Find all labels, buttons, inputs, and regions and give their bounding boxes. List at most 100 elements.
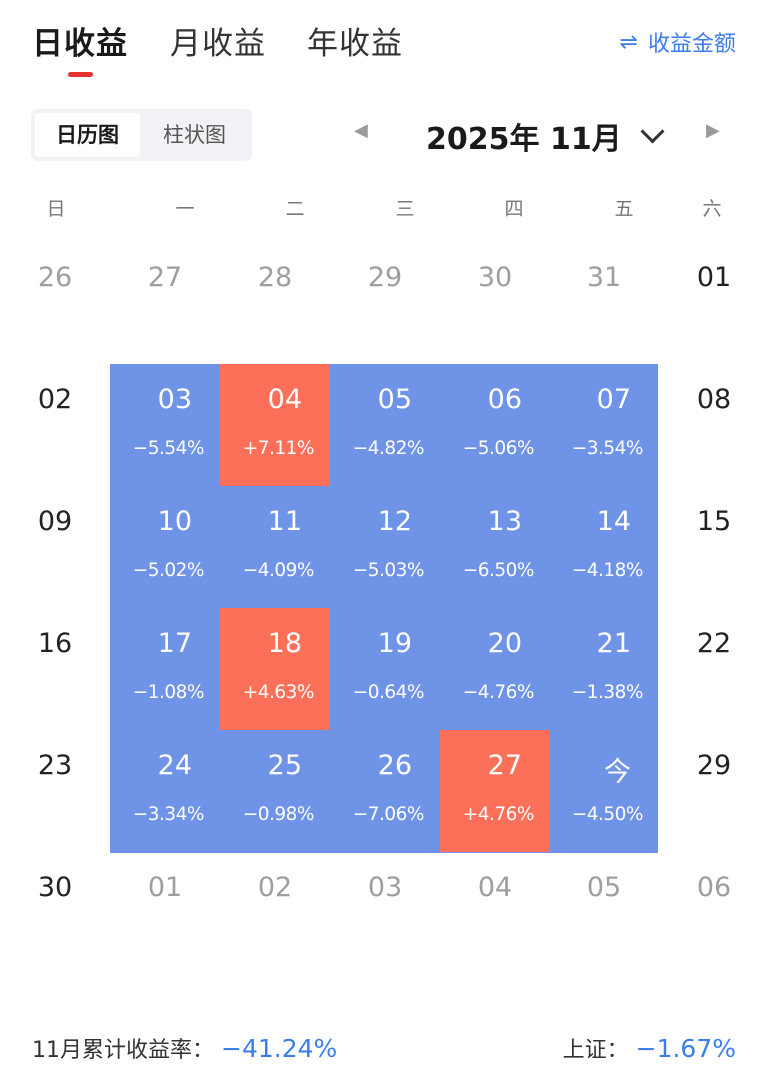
calendar-day: 28 <box>220 242 330 364</box>
day-return-percent: −1.08% <box>132 682 205 703</box>
calendar-day[interactable]: 14 −4.18% <box>549 486 659 608</box>
calendar-day: 03 <box>330 852 440 974</box>
day-number: 05 <box>377 384 412 415</box>
calendar-day: 31 <box>549 242 659 364</box>
day-number: 07 <box>596 384 631 415</box>
calendar-day[interactable]: 07 −3.54% <box>549 364 659 486</box>
prev-month-icon[interactable]: ◀ <box>354 120 368 141</box>
calendar-day[interactable]: 19 −0.64% <box>330 608 440 730</box>
day-return-percent: −4.82% <box>352 438 425 459</box>
day-number: 13 <box>487 506 522 537</box>
calendar-day[interactable]: 12 −5.03% <box>330 486 440 608</box>
day-return-percent: −5.03% <box>352 560 425 581</box>
day-number: 16 <box>37 628 73 659</box>
day-return-percent: −4.18% <box>571 560 644 581</box>
calendar-day: 29 <box>659 730 768 852</box>
day-number: 18 <box>267 628 302 659</box>
day-number: 11 <box>267 506 302 537</box>
calendar-day[interactable]: 11 −4.09% <box>220 486 330 608</box>
weekday-label: 六 <box>702 198 722 220</box>
weekday-label: 五 <box>614 198 634 220</box>
calendar-day[interactable]: 13 −6.50% <box>440 486 550 608</box>
day-number: 21 <box>596 628 631 659</box>
calendar-day: 01 <box>659 242 768 364</box>
day-return-percent: +7.11% <box>242 438 315 459</box>
active-tab-indicator <box>68 72 93 77</box>
day-number: 03 <box>157 384 192 415</box>
day-return-percent: −5.02% <box>132 560 205 581</box>
day-number: 22 <box>696 628 732 659</box>
calendar-day: 30 <box>0 852 110 974</box>
day-return-percent: −3.34% <box>132 804 205 825</box>
day-number: 04 <box>267 384 302 415</box>
calendar-day: 04 <box>440 852 550 974</box>
day-return-percent: −5.54% <box>132 438 205 459</box>
day-number: 10 <box>157 506 192 537</box>
day-number: 27 <box>147 262 183 293</box>
calendar-day: 01 <box>110 852 220 974</box>
toggle-amount-button[interactable]: ⇌ 收益金额 <box>620 26 736 58</box>
day-return-percent: −4.09% <box>242 560 315 581</box>
day-return-percent: −3.54% <box>571 438 644 459</box>
calendar-view-button[interactable]: 日历图 <box>35 113 140 157</box>
calendar-day: 06 <box>659 852 768 974</box>
next-month-icon[interactable]: ▶ <box>706 120 720 141</box>
calendar-day[interactable]: 27 +4.76% <box>440 730 550 852</box>
day-return-percent: +4.76% <box>462 804 535 825</box>
calendar-day: 15 <box>659 486 768 608</box>
calendar-day: 29 <box>330 242 440 364</box>
calendar-day[interactable]: 25 −0.98% <box>220 730 330 852</box>
day-number: 24 <box>157 750 192 781</box>
calendar-day[interactable]: 10 −5.02% <box>110 486 220 608</box>
day-number: 19 <box>377 628 412 659</box>
calendar-day[interactable]: 21 −1.38% <box>549 608 659 730</box>
calendar-day: 30 <box>440 242 550 364</box>
bar-chart-view-button[interactable]: 柱状图 <box>141 113 248 157</box>
day-return-percent: −7.06% <box>352 804 425 825</box>
calendar-day: 26 <box>0 242 110 364</box>
weekday-label: 四 <box>504 198 524 220</box>
calendar-day[interactable]: 26 −7.06% <box>330 730 440 852</box>
month-selector[interactable]: 2025年 11月 <box>426 114 665 158</box>
calendar-day[interactable]: 03 −5.54% <box>110 364 220 486</box>
cumulative-return: 11月累计收益率： −41.24% <box>32 1032 337 1064</box>
calendar-day[interactable]: 18 +4.63% <box>220 608 330 730</box>
day-number: 28 <box>257 262 293 293</box>
weekday-label: 二 <box>285 198 305 220</box>
calendar-day: 23 <box>0 730 110 852</box>
day-number: 14 <box>596 506 631 537</box>
calendar-day[interactable]: 06 −5.06% <box>440 364 550 486</box>
calendar-day: 27 <box>110 242 220 364</box>
tab-yearly-returns[interactable]: 年收益 <box>307 18 403 63</box>
day-number: 05 <box>586 872 622 903</box>
day-number: 30 <box>477 262 513 293</box>
day-number: 08 <box>696 384 732 415</box>
day-number: 03 <box>367 872 403 903</box>
calendar-day[interactable]: 04 +7.11% <box>220 364 330 486</box>
day-number: 今 <box>604 757 631 788</box>
day-return-percent: −5.06% <box>462 438 535 459</box>
calendar-day[interactable]: 24 −3.34% <box>110 730 220 852</box>
day-number: 01 <box>147 872 183 903</box>
calendar-day: 08 <box>659 364 768 486</box>
calendar-day[interactable]: 20 −4.76% <box>440 608 550 730</box>
calendar-day: 22 <box>659 608 768 730</box>
day-number: 15 <box>696 506 732 537</box>
day-number: 26 <box>37 262 73 293</box>
day-number: 04 <box>477 872 513 903</box>
weekday-label: 三 <box>395 198 415 220</box>
swap-arrows-icon: ⇌ <box>619 29 638 55</box>
tab-daily-returns[interactable]: 日收益 <box>32 18 128 63</box>
cumulative-return-value: −41.24% <box>221 1034 338 1063</box>
day-number: 17 <box>157 628 192 659</box>
day-return-percent: +4.63% <box>242 682 315 703</box>
month-title: 2025年 11月 <box>426 122 622 157</box>
day-number: 29 <box>367 262 403 293</box>
calendar-day: 02 <box>220 852 330 974</box>
weekday-header: 日一二三四五六 <box>0 186 768 230</box>
tab-monthly-returns[interactable]: 月收益 <box>170 18 266 63</box>
calendar-day[interactable]: 17 −1.08% <box>110 608 220 730</box>
day-number: 25 <box>267 750 302 781</box>
calendar-day[interactable]: 今 −4.50% <box>549 730 659 852</box>
calendar-day[interactable]: 05 −4.82% <box>330 364 440 486</box>
